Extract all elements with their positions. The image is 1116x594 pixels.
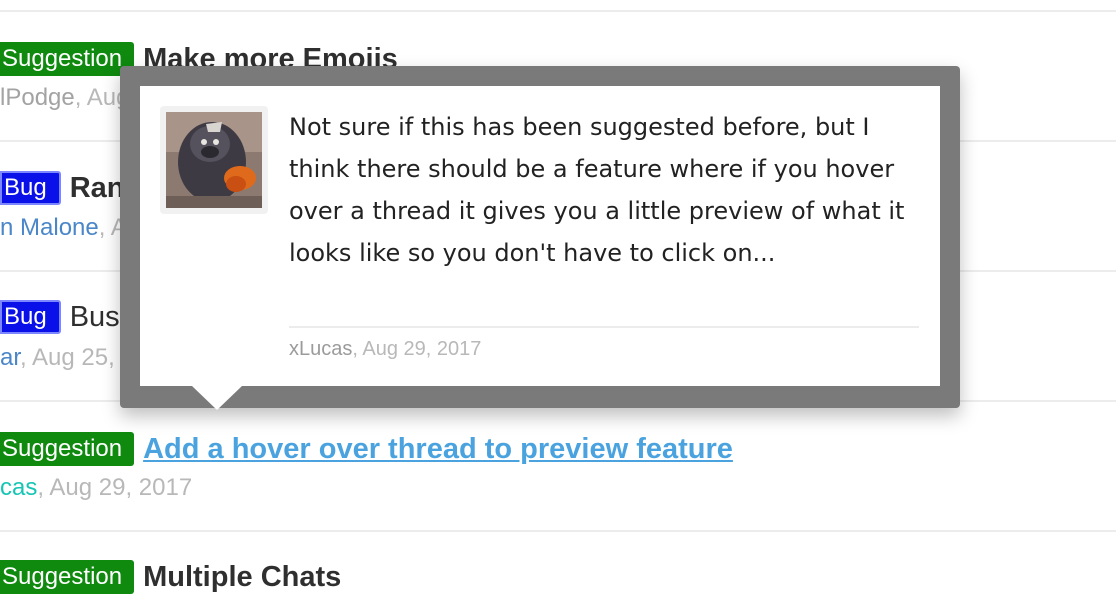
thread-title[interactable]: Multiple Chats <box>143 561 341 594</box>
thread-author[interactable]: cas <box>0 474 37 501</box>
tooltip-content: Not sure if this has been suggested befo… <box>140 86 940 386</box>
thread-date: Aug 29, 2017 <box>49 474 193 501</box>
prefix-badge[interactable]: Bug <box>0 300 61 334</box>
prefix-badge[interactable]: Bug <box>0 171 61 205</box>
thread-meta: cas, Aug 29, 2017 <box>0 474 193 501</box>
thread-author[interactable]: ar <box>0 344 20 371</box>
preview-divider <box>289 326 919 328</box>
thread-divider <box>0 10 1116 12</box>
thread-preview-tooltip: Not sure if this has been suggested befo… <box>120 66 960 410</box>
thread-title-link[interactable]: Add a hover over thread to preview featu… <box>143 433 733 466</box>
preview-author[interactable]: xLucas <box>289 338 352 360</box>
preview-meta: xLucas, Aug 29, 2017 <box>289 338 482 360</box>
thread-author[interactable]: n Malone <box>0 214 99 241</box>
prefix-badge[interactable]: Suggestion <box>0 432 135 466</box>
thread-author[interactable]: lPodge <box>0 84 75 111</box>
tooltip-arrow <box>192 386 242 410</box>
prefix-badge[interactable]: Suggestion <box>0 42 135 76</box>
avatar[interactable] <box>160 106 268 214</box>
preview-snippet: Not sure if this has been suggested befo… <box>289 113 905 267</box>
preview-date: Aug 29, 2017 <box>362 338 482 360</box>
thread-meta: lPodge, Aug <box>0 84 130 111</box>
thread-divider <box>0 530 1116 532</box>
thread-row: Suggestion Multiple Chats <box>0 560 341 594</box>
user-avatar-image-icon <box>166 112 262 208</box>
thread-row: Suggestion Add a hover over thread to pr… <box>0 432 733 466</box>
prefix-badge[interactable]: Suggestion <box>0 560 135 594</box>
